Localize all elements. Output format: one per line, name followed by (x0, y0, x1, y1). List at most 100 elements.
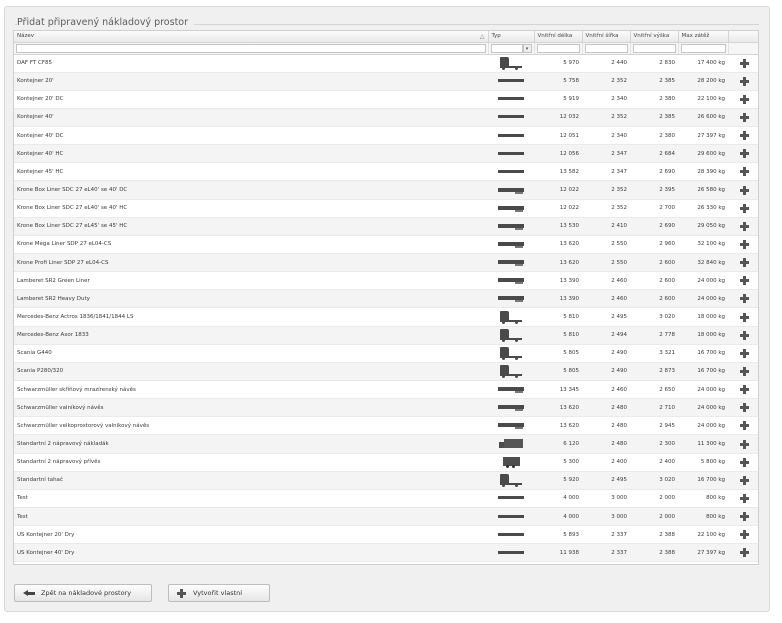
cell-inner-width: 2 480 (582, 416, 630, 436)
filter-inner-height-input[interactable] (632, 43, 676, 53)
cell-inner-width: 2 410 (582, 217, 630, 236)
add-plus-icon[interactable] (739, 112, 749, 122)
cell-type (488, 72, 534, 91)
cell-name: Standartní 2 nápravový přívěs (14, 453, 488, 472)
table-row[interactable]: Krone Profi Liner SDP 27 eL04-CS 13 620 2 … (14, 253, 758, 273)
cell-type (488, 326, 534, 345)
add-plus-icon[interactable] (739, 167, 749, 177)
cell-type (488, 507, 534, 527)
cell-name: Lamberet SR2 Heavy Duty (14, 289, 488, 309)
column-header-inner-width[interactable]: Vnitřní šířka (582, 31, 631, 43)
table-row[interactable]: Scania G440 5 805 2 490 3 321 16 700 kg (14, 344, 758, 363)
table-row[interactable]: Krone Box Liner SDC 27 eL40' se 40' DC 12… (14, 180, 758, 200)
table-row[interactable]: Standartní 2 nápravový nákladák 6 120 2 48… (14, 434, 758, 454)
column-header-actions (728, 31, 758, 43)
add-plus-icon[interactable] (739, 348, 749, 358)
cell-type (488, 453, 534, 472)
table-row[interactable]: Krone Box Liner SDC 27 eL45' se 45' HC 13… (14, 217, 758, 236)
cell-inner-length: 13 345 (534, 380, 582, 400)
add-plus-icon[interactable] (739, 457, 749, 467)
cell-name: Kontejner 20' (14, 72, 488, 91)
table-row[interactable]: Lamberet SR2 Heavy Duty 13 390 2 460 2 600 2… (14, 289, 758, 309)
table-row[interactable]: Standartní 2 nápravový přívěs 5 300 2 400 2… (14, 453, 758, 472)
cell-inner-length: 12 040 (534, 561, 582, 564)
cell-inner-height: 2 710 (630, 398, 678, 418)
add-plus-icon[interactable] (739, 94, 749, 104)
add-plus-icon[interactable] (739, 239, 749, 249)
table-row[interactable]: Kontejner 20' 5 758 2 352 2 385 28 200 kg (14, 72, 758, 91)
cell-action (728, 507, 758, 527)
table-row[interactable]: Schwarzmüller valníkový návěs 13 620 2 480… (14, 398, 758, 418)
filter-inner-length-input[interactable] (536, 43, 580, 53)
add-plus-icon[interactable] (739, 221, 749, 231)
table-row[interactable]: Mercedes-Benz Actros 1836/1841/1844 LS 5 … (14, 307, 758, 327)
add-plus-icon[interactable] (739, 439, 749, 449)
filter-name-input[interactable] (16, 43, 486, 53)
cell-inner-length: 12 051 (534, 126, 582, 146)
add-plus-icon[interactable] (739, 366, 749, 376)
table-row[interactable]: DAF FT CF85 5 970 2 440 2 830 17 400 kg (14, 54, 758, 73)
add-plus-icon[interactable] (739, 149, 749, 159)
filter-type-dropdown-icon[interactable]: ▾ (522, 43, 532, 53)
cell-max-load: 18 000 kg (678, 307, 728, 327)
cell-inner-height: 2 385 (630, 72, 678, 91)
add-plus-icon[interactable] (739, 475, 749, 485)
container-icon (498, 151, 524, 157)
table-row[interactable]: Kontejner 40' DC 12 051 2 340 2 380 27 397 k… (14, 126, 758, 146)
add-plus-icon[interactable] (739, 385, 749, 395)
add-plus-icon[interactable] (739, 312, 749, 322)
add-plus-icon[interactable] (739, 185, 749, 195)
tractor-icon (500, 329, 522, 343)
column-header-inner-height[interactable]: Vnitřní výška (630, 31, 679, 43)
table-row[interactable]: US Kontejner 20' Dry 5 893 2 337 2 388 22 10… (14, 525, 758, 545)
cell-max-load: 29 600 kg (678, 561, 728, 564)
add-plus-icon[interactable] (739, 403, 749, 413)
cell-inner-length: 5 805 (534, 344, 582, 363)
table-row[interactable]: Schwarzmüller velkoprostorový valníkový … (14, 416, 758, 436)
table-row[interactable]: Scania P280/320 5 805 2 490 2 873 16 700 kg (14, 362, 758, 382)
filter-inner-width-input[interactable] (584, 43, 628, 53)
table-row[interactable]: Standartní tahač 5 920 2 495 3 020 16 700 kg (14, 471, 758, 490)
cell-max-load: 26 580 kg (678, 180, 728, 200)
add-plus-icon[interactable] (739, 493, 749, 503)
table-row[interactable]: Test 4 000 3 000 2 000 800 kg (14, 507, 758, 527)
add-plus-icon[interactable] (739, 421, 749, 431)
cell-inner-width: 2 480 (582, 434, 630, 454)
filter-type-select[interactable] (490, 43, 523, 53)
table-row[interactable]: US Kontejner 40' High Cube Dry 12 0402 33… (14, 561, 758, 564)
table-row[interactable]: Kontejner 45' HC 13 582 2 347 2 690 28 390 k… (14, 162, 758, 182)
table-row[interactable]: Kontejner 20' DC 5 919 2 340 2 380 22 100 kg (14, 90, 758, 109)
add-plus-icon[interactable] (739, 76, 749, 86)
cell-action (728, 54, 758, 73)
cell-max-load: 22 100 kg (678, 525, 728, 545)
add-plus-icon[interactable] (739, 530, 749, 540)
add-plus-icon[interactable] (739, 131, 749, 141)
table-row[interactable]: Krone Mega Liner SDP 27 eL04-CS 13 620 2 5… (14, 235, 758, 255)
table-row[interactable]: Kontejner 40' HC 12 056 2 347 2 684 29 600 k… (14, 144, 758, 164)
column-header-type[interactable]: Typ (488, 31, 535, 43)
add-plus-icon[interactable] (739, 294, 749, 304)
cell-name: Kontejner 40' DC (14, 126, 488, 146)
column-header-max-load[interactable]: Max zátěž (678, 31, 729, 43)
add-plus-icon[interactable] (739, 548, 749, 558)
add-plus-icon[interactable] (739, 58, 749, 68)
add-plus-icon[interactable] (739, 203, 749, 213)
create-custom-button[interactable]: Vytvořit vlastní (168, 584, 270, 602)
table-row[interactable]: Krone Box Liner SDC 27 eL40' se 40' HC 12… (14, 199, 758, 218)
table-row[interactable]: US Kontejner 40' Dry 11 938 2 337 2 388 27 3… (14, 543, 758, 563)
filter-max-load-input[interactable] (680, 43, 726, 53)
liner-icon (498, 296, 524, 303)
table-row[interactable]: Mercedes-Benz Axor 1833 5 810 2 494 2 778 18… (14, 326, 758, 345)
column-header-name[interactable]: Název △ (14, 31, 489, 43)
table-row[interactable]: Schwarzmüller skříňový mrazírenský návěs… (14, 380, 758, 400)
add-plus-icon[interactable] (739, 258, 749, 268)
add-plus-icon[interactable] (739, 330, 749, 340)
table-row[interactable]: Test 4 000 3 000 2 000 800 kg (14, 489, 758, 509)
add-plus-icon[interactable] (739, 276, 749, 286)
back-to-cargo-spaces-button[interactable]: Zpět na nákladové prostory (14, 584, 152, 602)
column-header-inner-length[interactable]: Vnitřní délka (534, 31, 583, 43)
table-row[interactable]: Kontejner 40' 12 032 2 352 2 385 26 600 kg (14, 108, 758, 128)
table-row[interactable]: Lamberet SR2 Green Liner 13 390 2 460 2 600… (14, 271, 758, 291)
add-plus-icon[interactable] (739, 512, 749, 522)
cell-inner-length: 13 620 (534, 235, 582, 255)
